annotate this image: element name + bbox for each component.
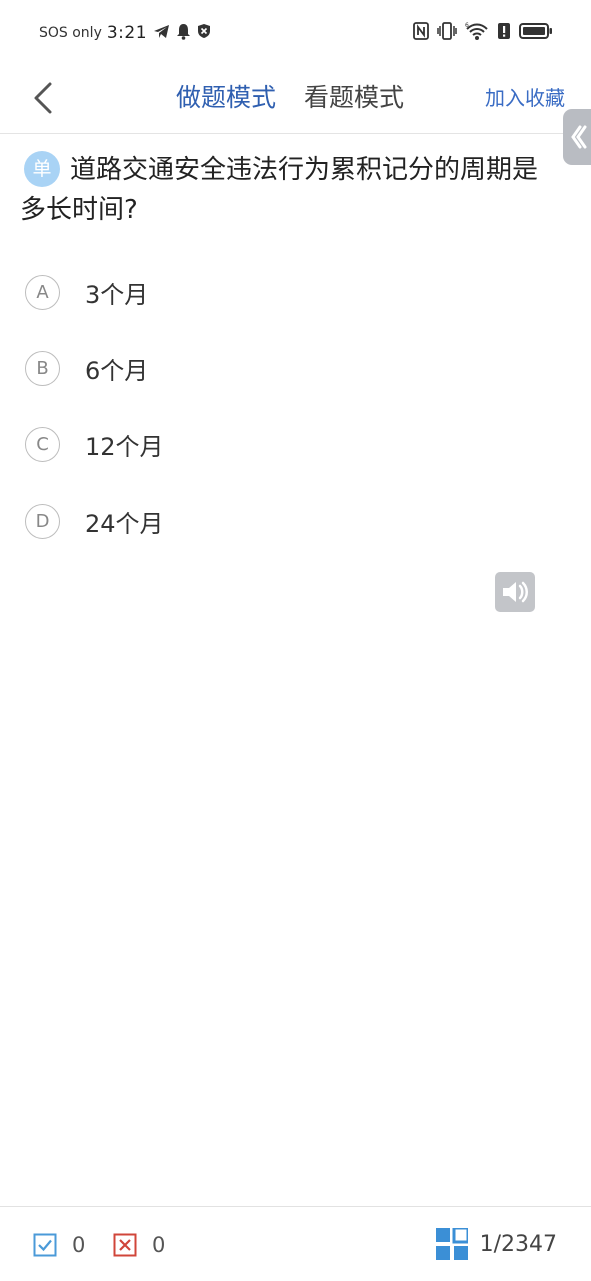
wrong-count: 0 (152, 1233, 166, 1257)
option-letter: A (25, 274, 60, 310)
question-type-badge: 单 (24, 151, 60, 187)
progress-text: 1/2347 (479, 1231, 557, 1257)
status-right: 6 (405, 22, 553, 44)
status-left: SOS only 3:21 (39, 22, 217, 44)
option-b[interactable]: B 6个月 (25, 349, 148, 387)
carrier-text: SOS only (39, 25, 102, 41)
answer-grid-icon (435, 1228, 468, 1260)
option-letter: D (25, 503, 60, 539)
option-d[interactable]: D 24个月 (25, 502, 164, 540)
option-text: 6个月 (85, 356, 149, 385)
option-text: 24个月 (85, 509, 164, 538)
check-box-icon (33, 1233, 57, 1257)
option-letter: C (25, 426, 60, 462)
option-a[interactable]: A 3个月 (25, 273, 148, 311)
option-text: 3个月 (85, 280, 149, 309)
correct-counter: 0 (33, 1233, 85, 1257)
option-letter: B (25, 350, 60, 386)
chevron-left-icon (571, 125, 587, 149)
bottom-bar: 0 0 1/2347 (0, 1206, 591, 1281)
telegram-icon (153, 24, 170, 43)
cross-box-icon (113, 1233, 137, 1257)
bell-icon (176, 23, 191, 44)
correct-count: 0 (72, 1233, 86, 1257)
wrong-counter: 0 (113, 1233, 165, 1257)
side-drawer-handle[interactable] (563, 109, 591, 165)
add-favorite-button[interactable]: 加入收藏 (485, 82, 565, 111)
svg-text:6: 6 (465, 22, 469, 29)
top-nav-bar: 做题模式 看题模式 加入收藏 (0, 66, 591, 134)
back-icon (34, 82, 52, 114)
tab-practice-mode[interactable]: 做题模式 (176, 78, 276, 114)
shield-icon (197, 23, 211, 43)
clock-text: 3:21 (106, 23, 148, 43)
option-c[interactable]: C 12个月 (25, 425, 164, 463)
question-text: 道路交通安全违法行为累积记分的周期是多长时间? (20, 155, 539, 225)
vibrate-icon (437, 22, 457, 44)
nfc-icon (413, 22, 429, 44)
back-button[interactable] (24, 74, 64, 118)
battery-icon (519, 22, 553, 44)
tab-view-mode[interactable]: 看题模式 (304, 78, 404, 114)
option-text: 12个月 (85, 432, 164, 461)
wifi-icon: 6 (465, 21, 489, 45)
read-aloud-button[interactable] (495, 572, 535, 612)
question-text-block: 单道路交通安全违法行为累积记分的周期是多长时间? (20, 150, 560, 230)
question-progress-button[interactable]: 1/2347 (435, 1228, 557, 1260)
alert-icon (497, 22, 511, 44)
speaker-icon (503, 581, 528, 603)
status-bar: SOS only 3:21 6 (0, 0, 591, 66)
